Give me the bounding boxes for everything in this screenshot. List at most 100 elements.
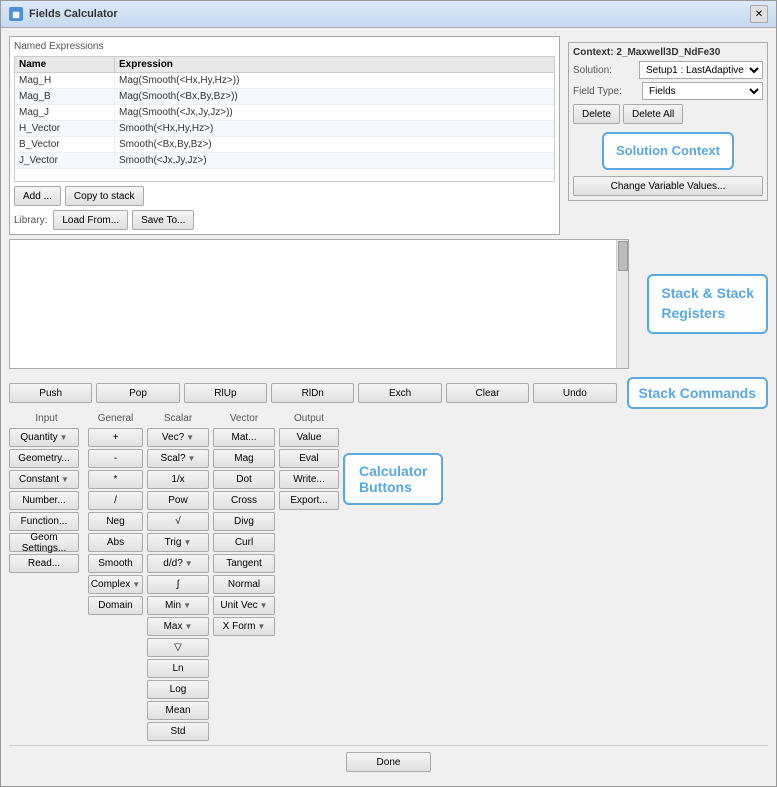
library-label: Library: <box>14 215 47 226</box>
exch-button[interactable]: Exch <box>358 383 441 403</box>
trig-button[interactable]: Trig ▼ <box>147 533 209 552</box>
stack-scrollbar[interactable] <box>616 240 628 368</box>
complex-button[interactable]: Complex ▼ <box>88 575 143 594</box>
geom-settings-button[interactable]: Geom Settings... <box>9 533 79 552</box>
max-button[interactable]: Max ▼ <box>147 617 209 636</box>
delete-all-button[interactable]: Delete All <box>623 104 683 124</box>
output-header: Output <box>279 413 339 424</box>
solution-row: Solution: Setup1 : LastAdaptive <box>573 61 763 79</box>
quantity-button[interactable]: Quantity ▼ <box>9 428 79 447</box>
main-window: ▦ Fields Calculator ✕ Named Expressions … <box>0 0 777 787</box>
vec-button[interactable]: Vec? ▼ <box>147 428 209 447</box>
push-button[interactable]: Push <box>9 383 92 403</box>
rldn-button[interactable]: RlDn <box>271 383 354 403</box>
panel-title: Named Expressions <box>14 41 555 52</box>
cross-button[interactable]: Cross <box>213 491 275 510</box>
title-bar: ▦ Fields Calculator ✕ <box>1 1 776 28</box>
gradient-button[interactable]: ▽ <box>147 638 209 657</box>
clear-button[interactable]: Clear <box>446 383 529 403</box>
number-button[interactable]: Number... <box>9 491 79 510</box>
calculator-area: Input Quantity ▼ Geometry... Constant ▼ … <box>9 413 768 741</box>
input-column: Input Quantity ▼ Geometry... Constant ▼ … <box>9 413 84 573</box>
integral-button[interactable]: ∫ <box>147 575 209 594</box>
table-row[interactable]: Mag_H Mag(Smooth(<Hx,Hy,Hz>)) <box>15 73 554 89</box>
save-to-button[interactable]: Save To... <box>132 210 194 230</box>
col-header-expression: Expression <box>115 57 554 72</box>
log-button[interactable]: Log <box>147 680 209 699</box>
table-body: Mag_H Mag(Smooth(<Hx,Hy,Hz>)) Mag_B Mag(… <box>14 72 555 182</box>
neg-button[interactable]: Neg <box>88 512 143 531</box>
table-row[interactable]: J_Vector Smooth(<Jx,Jy,Jz>) <box>15 153 554 169</box>
btn-panel: Add ... Copy to stack <box>14 186 555 206</box>
abs-button[interactable]: Abs <box>88 533 143 552</box>
subtract-op-button[interactable]: - <box>88 449 143 468</box>
tangent-button[interactable]: Tangent <box>213 554 275 573</box>
domain-button[interactable]: Domain <box>88 596 143 615</box>
xform-button[interactable]: X Form ▼ <box>213 617 275 636</box>
sqrt-button[interactable]: √ <box>147 512 209 531</box>
delete-buttons-row: Delete Delete All <box>573 104 763 124</box>
main-content: Named Expressions Name Expression Mag_H … <box>1 28 776 786</box>
left-panel: Named Expressions Name Expression Mag_H … <box>9 36 560 235</box>
rlup-button[interactable]: RlUp <box>184 383 267 403</box>
row-expr: Smooth(<Bx,By,Bz>) <box>115 137 554 152</box>
copy-to-stack-button[interactable]: Copy to stack <box>65 186 144 206</box>
read-button[interactable]: Read... <box>9 554 79 573</box>
stack-area <box>9 239 629 369</box>
right-top-panel: NamedExpressions Context: 2_Maxwell3D_Nd… <box>568 36 768 235</box>
dod-button[interactable]: d/d? ▼ <box>147 554 209 573</box>
mag-button[interactable]: Mag <box>213 449 275 468</box>
one-over-x-button[interactable]: 1/x <box>147 470 209 489</box>
multiply-op-button[interactable]: * <box>88 470 143 489</box>
bottom-bar: Done <box>9 745 768 778</box>
general-header: General <box>88 413 143 424</box>
dot-button[interactable]: Dot <box>213 470 275 489</box>
std-button[interactable]: Std <box>147 722 209 741</box>
value-button[interactable]: Value <box>279 428 339 447</box>
row-name: Mag_B <box>15 89 115 104</box>
min-button[interactable]: Min ▼ <box>147 596 209 615</box>
function-button[interactable]: Function... <box>9 512 79 531</box>
eval-button[interactable]: Eval <box>279 449 339 468</box>
table-row[interactable]: Mag_J Mag(Smooth(<Jx,Jy,Jz>)) <box>15 105 554 121</box>
unit-vec-button[interactable]: Unit Vec ▼ <box>213 596 275 615</box>
close-button[interactable]: ✕ <box>750 5 768 23</box>
add-op-button[interactable]: + <box>88 428 143 447</box>
done-button[interactable]: Done <box>346 752 432 772</box>
change-variable-button[interactable]: Change Variable Values... <box>573 176 763 196</box>
add-button[interactable]: Add ... <box>14 186 61 206</box>
context-panel: Context: 2_Maxwell3D_NdFe30 Solution: Se… <box>568 42 768 201</box>
stack-registers-annotation: Stack & StackRegisters <box>647 274 768 333</box>
solution-dropdown[interactable]: Setup1 : LastAdaptive <box>639 61 763 79</box>
divg-button[interactable]: Divg <box>213 512 275 531</box>
table-row[interactable]: Mag_B Mag(Smooth(<Bx,By,Bz>)) <box>15 89 554 105</box>
export-button[interactable]: Export... <box>279 491 339 510</box>
curl-button[interactable]: Curl <box>213 533 275 552</box>
named-expressions-panel: Named Expressions Name Expression Mag_H … <box>9 36 560 235</box>
change-variable-row: Change Variable Values... <box>573 176 763 196</box>
stack-annotation-container: Stack & StackRegisters <box>637 239 768 369</box>
stack-commands-annotation: Stack Commands <box>627 377 768 409</box>
pow-button[interactable]: Pow <box>147 491 209 510</box>
table-row[interactable]: B_Vector Smooth(<Bx,By,Bz>) <box>15 137 554 153</box>
write-button[interactable]: Write... <box>279 470 339 489</box>
geometry-button[interactable]: Geometry... <box>9 449 79 468</box>
col-header-name: Name <box>15 57 115 72</box>
constant-button[interactable]: Constant ▼ <box>9 470 79 489</box>
smooth-button[interactable]: Smooth <box>88 554 143 573</box>
table-row[interactable]: H_Vector Smooth(<Hx,Hy,Hz>) <box>15 121 554 137</box>
row-name: J_Vector <box>15 153 115 168</box>
ln-button[interactable]: Ln <box>147 659 209 678</box>
delete-button[interactable]: Delete <box>573 104 620 124</box>
undo-button[interactable]: Undo <box>533 383 616 403</box>
divide-op-button[interactable]: / <box>88 491 143 510</box>
mean-button[interactable]: Mean <box>147 701 209 720</box>
row-expr: Mag(Smooth(<Bx,By,Bz>)) <box>115 89 554 104</box>
load-from-button[interactable]: Load From... <box>53 210 128 230</box>
pop-button[interactable]: Pop <box>96 383 179 403</box>
field-type-dropdown[interactable]: Fields <box>642 82 763 100</box>
scal-button[interactable]: Scal? ▼ <box>147 449 209 468</box>
normal-button[interactable]: Normal <box>213 575 275 594</box>
vector-header: Vector <box>213 413 275 424</box>
mat-button[interactable]: Mat... <box>213 428 275 447</box>
